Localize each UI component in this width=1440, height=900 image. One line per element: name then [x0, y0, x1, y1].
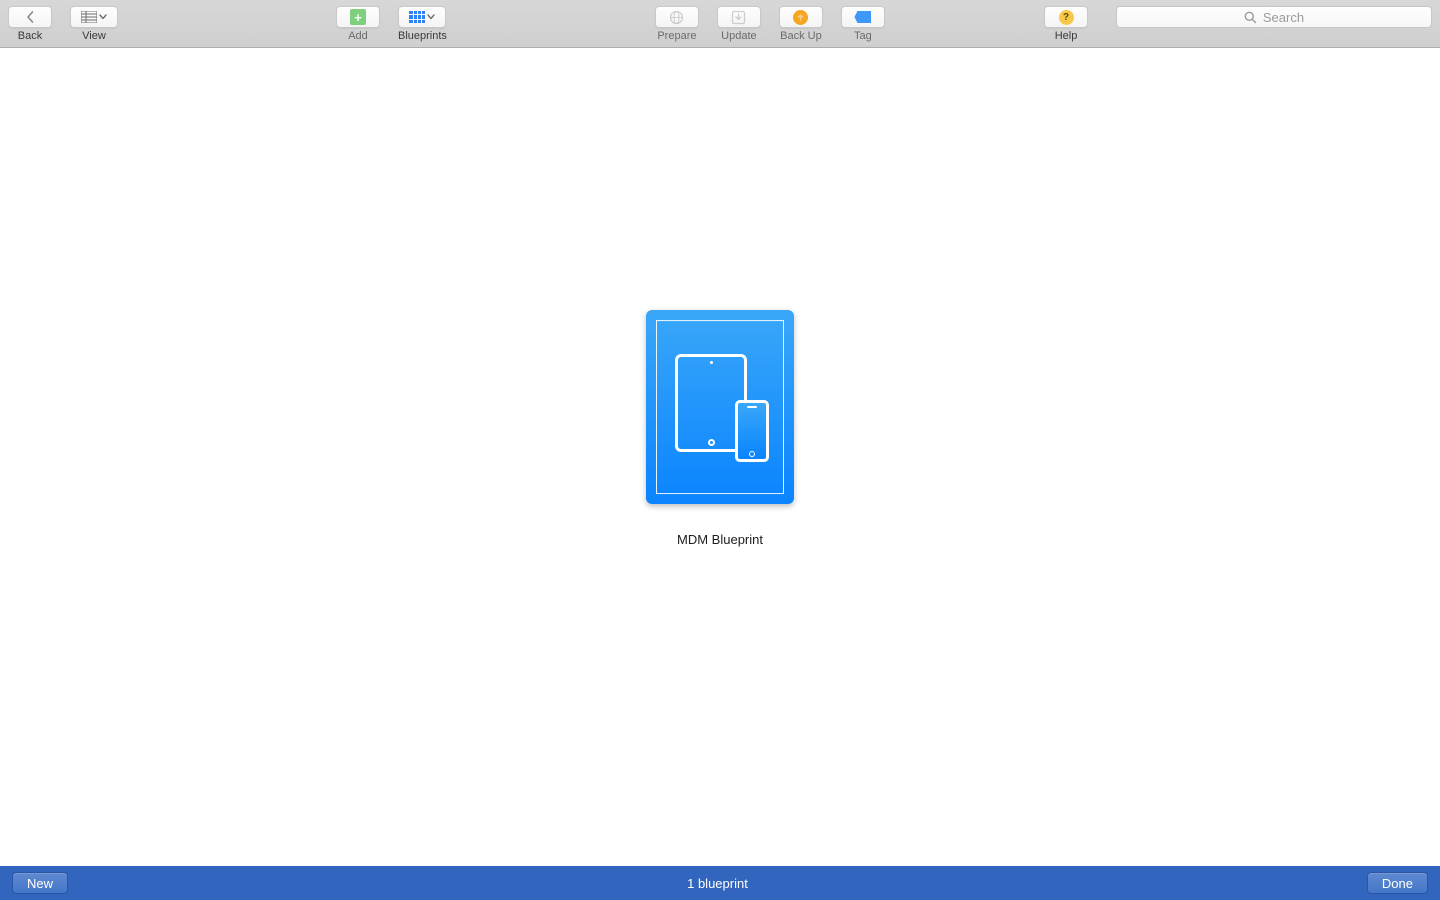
tag-button[interactable]: [841, 6, 885, 28]
new-button[interactable]: New: [12, 872, 68, 894]
devices-icon: [675, 354, 765, 460]
blueprint-name: MDM Blueprint: [677, 532, 763, 547]
blueprints-button[interactable]: [398, 6, 446, 28]
update-button[interactable]: [717, 6, 761, 28]
toolbar-group-blueprints: Blueprints: [398, 6, 447, 42]
back-button[interactable]: [8, 6, 52, 28]
toolbar: Back View +: [0, 0, 1440, 48]
add-label: Add: [348, 31, 368, 42]
chevron-down-icon: [99, 14, 107, 20]
backup-label: Back Up: [780, 31, 822, 42]
toolbar-group-tag: Tag: [841, 6, 885, 42]
tag-icon: [854, 11, 871, 23]
back-label: Back: [18, 31, 42, 42]
toolbar-group-backup: Back Up: [779, 6, 823, 42]
blueprint-tile-icon: [646, 310, 794, 504]
toolbar-group-view: View: [70, 6, 118, 42]
update-label: Update: [721, 31, 756, 42]
help-icon: ?: [1059, 10, 1074, 25]
chevron-left-icon: [26, 11, 35, 23]
iphone-icon: [735, 400, 769, 462]
toolbar-group-update: Update: [717, 6, 761, 42]
chevron-down-icon: [427, 14, 435, 20]
view-button[interactable]: [70, 6, 118, 28]
search-placeholder: Search: [1263, 10, 1304, 25]
arrow-up-circle-icon: [793, 10, 808, 25]
toolbar-group-prepare: Prepare: [655, 6, 699, 42]
blueprints-label: Blueprints: [398, 31, 447, 42]
search-input[interactable]: Search: [1116, 6, 1432, 28]
toolbar-group-back: Back: [8, 6, 52, 42]
backup-button[interactable]: [779, 6, 823, 28]
add-button[interactable]: +: [336, 6, 380, 28]
list-icon: [81, 11, 97, 23]
plus-icon: +: [350, 9, 366, 25]
done-button[interactable]: Done: [1367, 872, 1428, 894]
status-text: 1 blueprint: [687, 876, 748, 891]
content-area: MDM Blueprint: [0, 48, 1440, 866]
prepare-button[interactable]: [655, 6, 699, 28]
tag-label: Tag: [854, 31, 872, 42]
view-label: View: [82, 31, 106, 42]
blueprint-item[interactable]: MDM Blueprint: [646, 310, 794, 547]
toolbar-group-add: + Add: [336, 6, 380, 42]
prepare-label: Prepare: [657, 31, 696, 42]
globe-icon: [669, 10, 684, 25]
bottom-bar: New 1 blueprint Done: [0, 866, 1440, 900]
search-icon: [1244, 11, 1257, 24]
toolbar-group-search: Search: [1116, 6, 1432, 28]
download-box-icon: [731, 10, 746, 25]
help-button[interactable]: ?: [1044, 6, 1088, 28]
grid-icon: [409, 11, 425, 23]
help-label: Help: [1055, 31, 1078, 42]
toolbar-group-help: ? Help: [1044, 6, 1088, 42]
